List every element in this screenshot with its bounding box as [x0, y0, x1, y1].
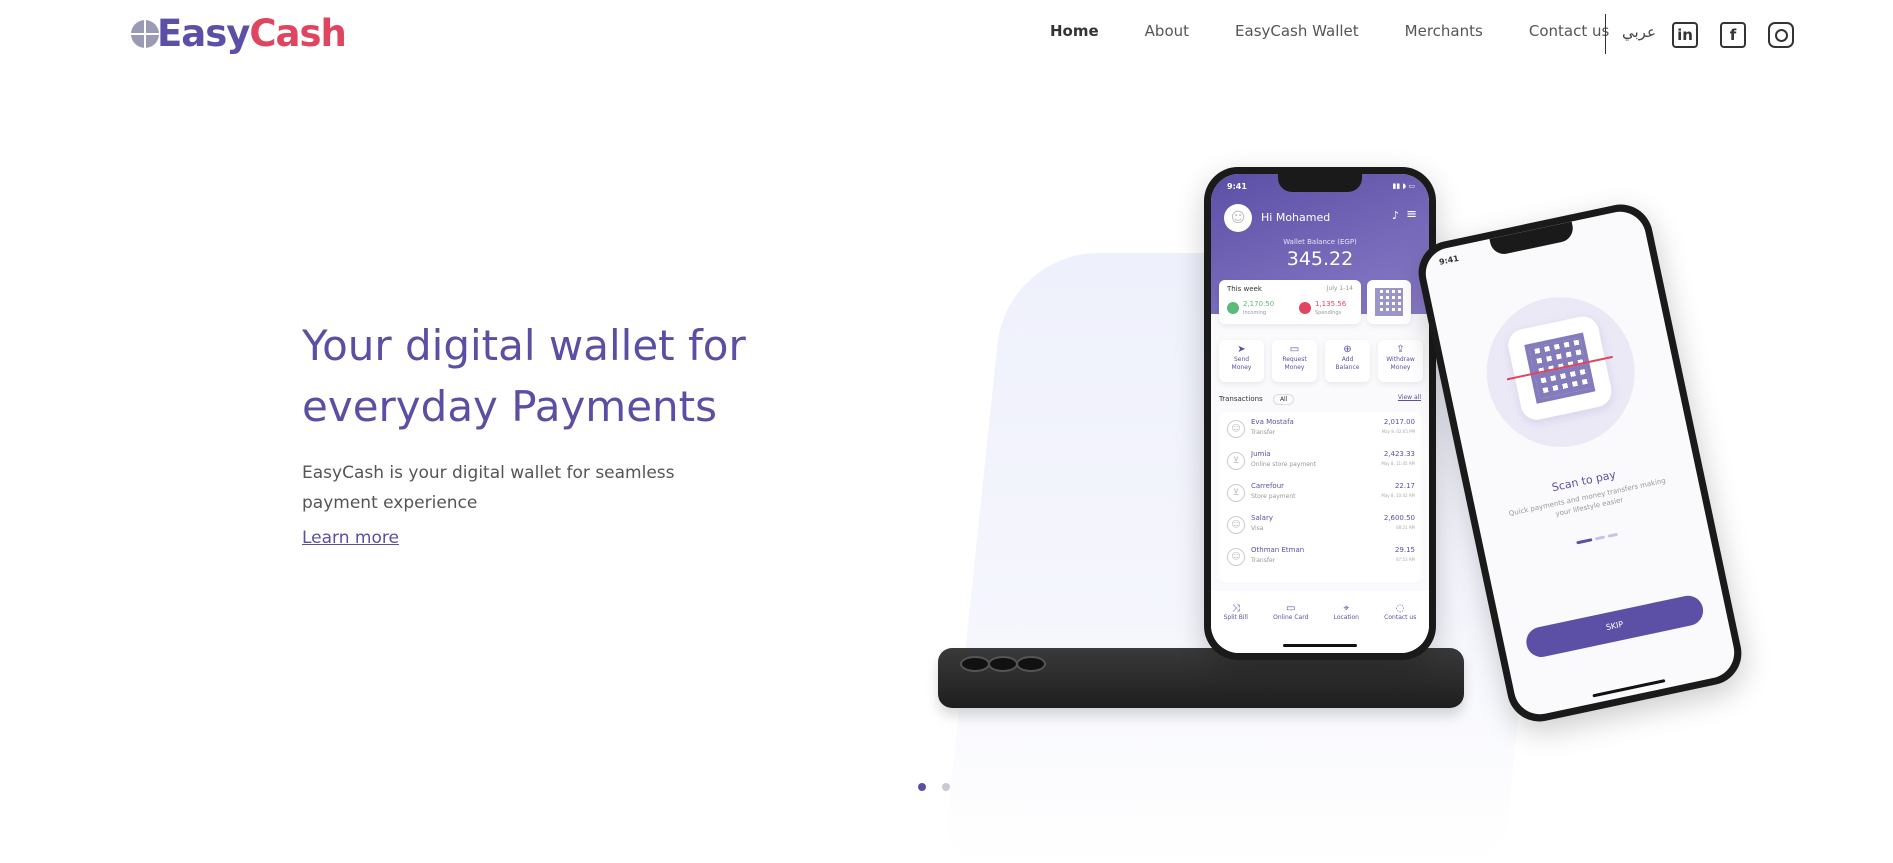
week-summary-card: This week July 1-14 2,170.50 Incoming 1,… — [1219, 280, 1361, 324]
logo[interactable]: EasyCash — [131, 12, 347, 55]
logo-easy: Easy — [157, 12, 250, 55]
camera-icon — [988, 656, 1018, 672]
home-indicator — [1283, 644, 1357, 647]
nav-home[interactable]: Home — [1050, 22, 1099, 40]
bell-icon: ♪ — [1391, 209, 1399, 222]
hero-subtitle: EasyCash is your digital wallet for seam… — [302, 463, 675, 513]
slide-dot-2[interactable] — [942, 783, 950, 791]
balance-value: 345.22 — [1286, 248, 1354, 270]
user-icon: ☺ — [1227, 516, 1245, 534]
list-item: ⊻ Carrefour Store payment 22.17 May 8, 1… — [1219, 476, 1421, 508]
instagram-icon[interactable] — [1768, 22, 1794, 48]
avatar: ☺ — [1224, 204, 1252, 232]
onboarding-dots — [1574, 520, 1622, 548]
learn-more-link[interactable]: Learn more — [302, 528, 399, 548]
quick-actions: ➤ Send Money ▭ Request Money ⊕ Add Balance ⇪ Wi… — [1219, 340, 1423, 382]
hero-title: Your digital wallet for everyday Payment… — [302, 321, 746, 431]
nav-about[interactable]: About — [1145, 22, 1189, 40]
withdraw-money-action: ⇪ Withdraw Money — [1378, 340, 1423, 382]
list-item: ☺ Othman Etman Transfer 29.15 07:53 AM — [1219, 540, 1421, 572]
split-bill-tab: ⤨ Split Bill — [1223, 603, 1248, 621]
send-money-action: ➤ Send Money — [1219, 340, 1264, 382]
slider-dots — [918, 783, 966, 791]
globe-icon — [131, 19, 159, 48]
transactions-list: ☺ Eva Mostafa Transfer 2,017.00 May 8, 0… — [1219, 412, 1421, 582]
spendings-value: 1,135.56 — [1315, 300, 1347, 308]
incoming-icon — [1227, 302, 1239, 314]
upload-icon: ⇪ — [1396, 344, 1405, 355]
logo-cash: Cash — [249, 12, 346, 55]
signal-battery-icon: ▮▮ ◗ ▭ — [1392, 182, 1415, 190]
plus-icon: ⊕ — [1343, 344, 1352, 355]
balance-label: Wallet Balance (EGP) — [1283, 238, 1357, 246]
qr-card — [1367, 280, 1411, 324]
language-toggle[interactable]: عربي — [1622, 23, 1656, 41]
view-all-link: View all — [1397, 394, 1421, 401]
slide-dot-1[interactable] — [918, 783, 926, 791]
list-item: ☺ Salary Visa 2,600.50 08:21 AM — [1219, 508, 1421, 540]
transactions-header: Transactions All View all — [1219, 394, 1421, 405]
card-icon: ▭ — [1286, 603, 1296, 614]
transactions-label: Transactions — [1219, 395, 1263, 403]
nav-contact[interactable]: Contact us — [1529, 22, 1609, 40]
list-item: ☺ Eva Mostafa Transfer 2,017.00 May 8, 0… — [1219, 412, 1421, 444]
user-icon: ☺ — [1227, 548, 1245, 566]
shuffle-icon: ⤨ — [1231, 603, 1240, 614]
menu-icon: ≡ — [1406, 207, 1417, 222]
week-range: July 1-14 — [1326, 285, 1353, 292]
location-icon: ⌖ — [1343, 603, 1350, 614]
nav-merchants[interactable]: Merchants — [1405, 22, 1483, 40]
home-indicator — [1592, 679, 1666, 698]
card-icon: ▭ — [1289, 344, 1300, 355]
qr-icon — [1375, 288, 1403, 316]
logo-text: EasyCash — [157, 12, 347, 55]
contact-tab: ◌ Contact us — [1384, 603, 1417, 621]
nav-wallet[interactable]: EasyCash Wallet — [1235, 22, 1359, 40]
phone-notch — [1489, 221, 1576, 257]
cart-icon: ⊻ — [1227, 484, 1245, 502]
incoming-value: 2,170.50 — [1243, 300, 1275, 308]
add-balance-action: ⊕ Add Balance — [1325, 340, 1370, 382]
cart-icon: ⊻ — [1227, 452, 1245, 470]
user-icon: ☺ — [1227, 420, 1245, 438]
linkedin-icon[interactable]: in — [1672, 22, 1698, 48]
chat-icon: ◌ — [1395, 603, 1405, 614]
spendings-label: Spendings — [1315, 310, 1342, 316]
send-icon: ➤ — [1237, 344, 1246, 355]
spendings-icon — [1299, 302, 1311, 314]
transactions-filter: All — [1272, 394, 1295, 405]
skip-button: SKIP — [1523, 592, 1706, 660]
main-phone: 9:41 ▮▮ ◗ ▭ ☺ Hi Mohamed ♪ ≡ Wallet Bala… — [1204, 167, 1436, 660]
incoming-label: Incoming — [1243, 310, 1267, 316]
week-label: This week — [1227, 285, 1262, 293]
status-time: 9:41 — [1438, 253, 1460, 267]
status-time: 9:41 — [1227, 182, 1247, 191]
main-nav: Home About EasyCash Wallet Merchants Con… — [1050, 14, 1655, 54]
camera-icon — [1016, 656, 1046, 672]
list-item: ⊻ Jumia Online store payment 2,423.33 Ma… — [1219, 444, 1421, 476]
phone-notch — [1278, 174, 1362, 192]
nav-divider — [1605, 14, 1606, 54]
request-money-action: ▭ Request Money — [1272, 340, 1317, 382]
facebook-icon[interactable]: f — [1720, 22, 1746, 48]
greeting: Hi Mohamed — [1261, 211, 1331, 224]
camera-icon — [960, 656, 990, 672]
main-phone-screen: 9:41 ▮▮ ◗ ▭ ☺ Hi Mohamed ♪ ≡ Wallet Bala… — [1211, 174, 1429, 653]
